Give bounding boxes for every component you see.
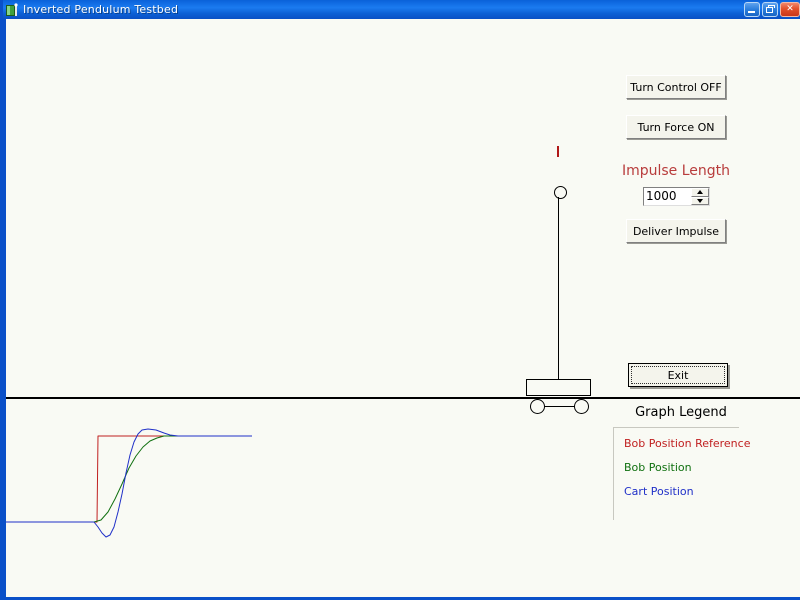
close-glyph: ✕: [786, 4, 794, 14]
application-window: Inverted Pendulum Testbed ✕ Turn Control…: [0, 0, 800, 600]
pendulum-rod-icon: [558, 197, 559, 380]
pendulum-bob-icon: [554, 186, 567, 199]
impulse-marker-icon: [557, 146, 559, 157]
minimize-icon[interactable]: [744, 2, 760, 17]
series-bob-position: [6, 435, 252, 523]
spinner-down-arrow-icon[interactable]: [691, 196, 709, 205]
toggle-control-button[interactable]: Turn Control OFF: [626, 75, 726, 99]
title-bar: Inverted Pendulum Testbed ✕: [3, 0, 800, 19]
window-title: Inverted Pendulum Testbed: [23, 3, 179, 16]
deliver-impulse-button[interactable]: Deliver Impulse: [626, 219, 726, 243]
impulse-length-label: Impulse Length: [621, 163, 731, 179]
close-icon[interactable]: ✕: [780, 2, 800, 17]
series-cart-position: [6, 428, 252, 538]
response-graph: [6, 399, 800, 597]
impulse-length-input[interactable]: 1000: [644, 188, 691, 205]
graph-canvas: [6, 428, 252, 538]
impulse-length-stepper[interactable]: 1000: [643, 187, 710, 206]
restore-icon[interactable]: [762, 2, 778, 17]
cart-body-icon: [526, 379, 591, 396]
exit-button-label: Exit: [631, 366, 725, 384]
client-area: Turn Control OFF Turn Force ON Impulse L…: [6, 19, 800, 597]
exit-button[interactable]: Exit: [628, 363, 728, 387]
series-bob-position-reference: [6, 435, 252, 523]
toggle-force-button[interactable]: Turn Force ON: [626, 115, 726, 139]
spinner-up-arrow-icon[interactable]: [691, 188, 709, 197]
pendulum-app-icon: [5, 2, 19, 17]
window-controls: ✕: [744, 2, 800, 17]
stepper-buttons: [691, 188, 709, 205]
